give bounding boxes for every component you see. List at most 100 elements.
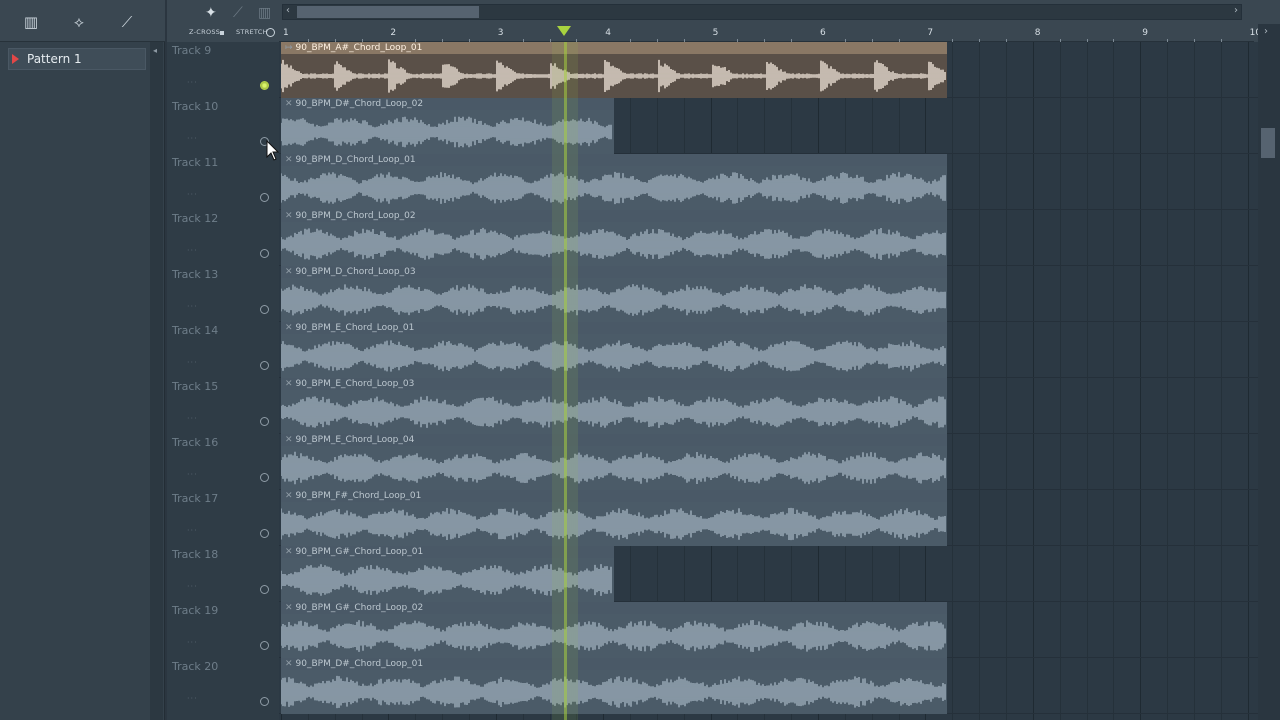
playhead-marker-icon[interactable] — [557, 26, 571, 36]
pattern-selector[interactable]: Pattern 1 — [8, 48, 146, 70]
clip-name: 90_BPM_D#_Chord_Loop_02 — [295, 99, 424, 109]
track-mute-led[interactable] — [260, 529, 269, 538]
clip-name: 90_BPM_E_Chord_Loop_04 — [295, 435, 415, 445]
track-grip[interactable]: ··· — [187, 582, 198, 591]
track-grip[interactable]: ··· — [187, 414, 198, 423]
track-grip[interactable]: ··· — [187, 302, 198, 311]
clip-close-icon[interactable]: ✕ — [285, 379, 293, 389]
clip-close-icon[interactable]: ✕ — [285, 155, 293, 165]
piano-icon[interactable]: ▥ — [20, 14, 42, 30]
vertical-scroll-thumb[interactable] — [1261, 128, 1275, 158]
track-mute-led[interactable] — [260, 417, 269, 426]
clip-close-icon[interactable]: ✕ — [285, 491, 293, 501]
clip-close-icon[interactable]: ✕ — [285, 267, 293, 277]
waveform — [281, 507, 946, 541]
clip-close-icon[interactable]: ✕ — [285, 211, 293, 221]
audio-clip[interactable]: ✕ 90_BPM_D_Chord_Loop_01 — [281, 154, 947, 210]
audio-clip[interactable]: ↦ 90_BPM_A#_Chord_Loop_01 — [281, 42, 947, 98]
track-header[interactable]: Track 13 ··· — [167, 266, 279, 322]
waveform-icon[interactable]: ⟡ — [68, 14, 90, 30]
track-header[interactable]: Track 16 ··· — [167, 434, 279, 490]
track-grip[interactable]: ··· — [187, 470, 198, 479]
track-grip[interactable]: ··· — [187, 526, 198, 535]
grid-line — [1140, 42, 1142, 720]
grid-line — [1193, 42, 1195, 720]
track-grip[interactable]: ··· — [187, 190, 198, 199]
track-mute-led[interactable] — [260, 585, 269, 594]
track-grip[interactable]: ··· — [187, 246, 198, 255]
track-mute-led[interactable] — [260, 193, 269, 202]
grid-line — [1032, 42, 1034, 720]
audio-clip[interactable]: ✕ 90_BPM_F#_Chord_Loop_01 — [281, 490, 947, 546]
clip-close-icon[interactable]: ✕ — [285, 435, 293, 445]
horizontal-scrollbar[interactable]: ‹ › — [282, 4, 1242, 20]
track-mute-led[interactable] — [260, 361, 269, 370]
track-header[interactable]: Track 14 ··· — [167, 322, 279, 378]
waveform — [281, 675, 946, 709]
browser-scrollbar[interactable]: ◂ — [150, 42, 163, 720]
track-header[interactable]: Track 9 ··· — [167, 42, 279, 98]
track-header[interactable]: Track 12 ··· — [167, 210, 279, 266]
audio-clip[interactable]: ✕ 90_BPM_D#_Chord_Loop_01 — [281, 658, 947, 714]
track-grip[interactable]: ··· — [187, 638, 198, 647]
scroll-right-icon[interactable]: › — [1234, 5, 1238, 16]
track-name: Track 10 — [172, 100, 219, 113]
track-grip[interactable]: ··· — [187, 358, 198, 367]
scroll-left-icon[interactable]: ◂ — [153, 46, 157, 55]
pencil-icon[interactable]: ⟋ — [233, 5, 243, 21]
grid-line — [1247, 42, 1249, 720]
ruler-bar-label: 5 — [712, 28, 719, 38]
playlist-vertical-scrollbar[interactable]: › — [1258, 24, 1280, 720]
snap-icon[interactable]: ✦ — [205, 5, 217, 21]
track-header[interactable]: Track 17 ··· — [167, 490, 279, 546]
pattern-label: Pattern 1 — [27, 52, 82, 66]
audio-clip[interactable]: ✕ 90_BPM_E_Chord_Loop_03 — [281, 378, 947, 434]
playhead[interactable] — [564, 42, 567, 720]
horizontal-scroll-thumb[interactable] — [297, 6, 479, 18]
clip-name: 90_BPM_D_Chord_Loop_03 — [295, 267, 416, 277]
track-header[interactable]: Track 10 ··· — [167, 98, 279, 154]
track-header[interactable]: Track 20 ··· — [167, 658, 279, 714]
track-grip[interactable]: ··· — [187, 78, 198, 87]
grid-line — [1167, 42, 1169, 720]
grid-line — [1005, 42, 1007, 720]
ruler-bar-label: 7 — [927, 28, 934, 38]
clip-name: 90_BPM_D_Chord_Loop_01 — [295, 155, 416, 165]
track-header[interactable]: Track 15 ··· — [167, 378, 279, 434]
clip-title: ✕ 90_BPM_G#_Chord_Loop_02 — [281, 602, 947, 614]
clip-close-icon[interactable]: ✕ — [285, 547, 293, 557]
track-mute-led[interactable] — [260, 473, 269, 482]
zcross-label[interactable]: Z-CROSS — [189, 28, 220, 36]
track-grip[interactable]: ··· — [187, 694, 198, 703]
audio-clip[interactable]: ✕ 90_BPM_D_Chord_Loop_02 — [281, 210, 947, 266]
stretch-label[interactable]: STRETCH — [236, 28, 268, 36]
clip-close-icon[interactable]: ✕ — [285, 603, 293, 613]
ruler-bar-label: 8 — [1034, 28, 1041, 38]
clip-close-icon[interactable]: ↦ — [285, 43, 293, 53]
clip-close-icon[interactable]: ✕ — [285, 99, 293, 109]
audio-clip[interactable]: ✕ 90_BPM_D_Chord_Loop_03 — [281, 266, 947, 322]
scroll-right-icon[interactable]: › — [1264, 26, 1268, 37]
track-mute-led[interactable] — [260, 81, 269, 90]
audio-clip[interactable]: ✕ 90_BPM_G#_Chord_Loop_02 — [281, 602, 947, 658]
track-mute-led[interactable] — [260, 641, 269, 650]
playlist-grid[interactable]: ↦ 90_BPM_A#_Chord_Loop_01 ✕ 90_BPM_D#_Chord… — [279, 42, 1258, 720]
automation-icon[interactable]: ⟋ — [116, 14, 138, 30]
audio-clip[interactable]: ✕ 90_BPM_E_Chord_Loop_04 — [281, 434, 947, 490]
timeline-ruler[interactable]: 1 2 3 4 5 6 7 8 9 10 — [279, 24, 1276, 42]
track-mute-led[interactable] — [260, 305, 269, 314]
track-mute-led[interactable] — [260, 697, 269, 706]
clip-name: 90_BPM_E_Chord_Loop_01 — [295, 323, 415, 333]
track-header[interactable]: Track 18 ··· — [167, 546, 279, 602]
stretch-toggle[interactable] — [266, 28, 275, 37]
track-grip[interactable]: ··· — [187, 134, 198, 143]
track-header[interactable]: Track 11 ··· — [167, 154, 279, 210]
clip-name: 90_BPM_E_Chord_Loop_03 — [295, 379, 415, 389]
scroll-left-icon[interactable]: ‹ — [286, 5, 290, 16]
track-header[interactable]: Track 19 ··· — [167, 602, 279, 658]
audio-clip[interactable]: ✕ 90_BPM_E_Chord_Loop_01 — [281, 322, 947, 378]
clip-close-icon[interactable]: ✕ — [285, 323, 293, 333]
piano-roll-icon[interactable]: ▥ — [258, 5, 271, 21]
track-mute-led[interactable] — [260, 249, 269, 258]
clip-close-icon[interactable]: ✕ — [285, 659, 293, 669]
